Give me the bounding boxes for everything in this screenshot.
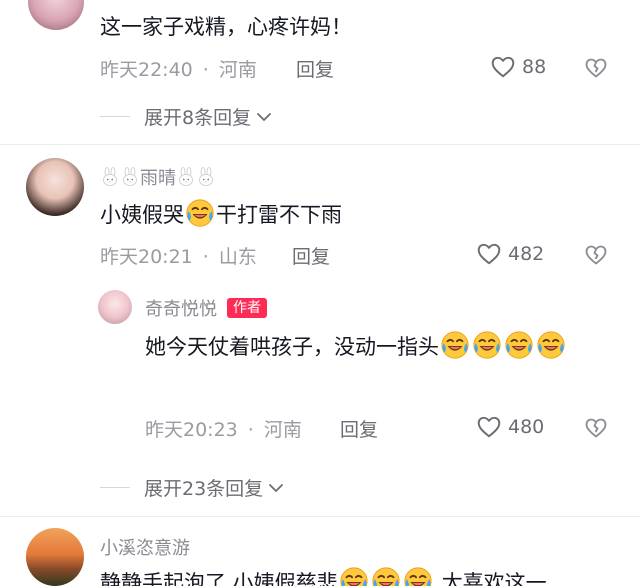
bunny-icon	[176, 167, 196, 187]
comment-meta: 昨天22:40 · 河南	[100, 55, 257, 82]
chevron-down-icon	[269, 483, 284, 492]
bunny-icon	[196, 167, 216, 187]
like-button[interactable]: 480	[476, 414, 544, 440]
reply-button[interactable]: 回复	[296, 55, 334, 82]
heart-outline-icon	[490, 54, 516, 80]
laughing-crying-face-icon	[536, 330, 566, 360]
broken-heart-icon[interactable]	[584, 416, 608, 440]
expand-replies-button[interactable]: 展开23条回复	[100, 474, 285, 501]
like-count: 480	[508, 416, 545, 438]
expand-divider-line	[100, 487, 130, 488]
like-count: 88	[522, 56, 547, 78]
avatar[interactable]	[26, 528, 84, 586]
laughing-crying-face-icon	[371, 566, 401, 586]
heart-outline-icon	[476, 241, 502, 267]
reply-meta: 昨天20:23 · 河南	[145, 415, 302, 442]
expand-replies-button[interactable]: 展开8条回复	[100, 103, 273, 130]
reply-time: 昨天20:23	[145, 419, 238, 441]
chevron-down-icon	[257, 112, 271, 121]
comment-time: 昨天20:21	[100, 246, 193, 268]
expand-replies-label: 展开23条回复	[144, 478, 264, 500]
reply-button[interactable]: 回复	[292, 242, 330, 269]
bunny-icon	[100, 167, 120, 187]
laughing-crying-face-icon	[403, 566, 433, 586]
comment-divider	[0, 516, 640, 517]
comment-text-part: 太喜欢这一	[441, 571, 547, 586]
comment-location: 山东	[218, 246, 257, 268]
like-button[interactable]: 88	[490, 54, 546, 80]
expand-divider-line	[100, 116, 130, 117]
laughing-crying-face-icon	[472, 330, 502, 360]
laughing-crying-face-icon	[504, 330, 534, 360]
avatar[interactable]	[98, 290, 132, 324]
reply-username[interactable]: 奇奇悦悦 作者	[145, 295, 267, 321]
avatar[interactable]	[26, 158, 84, 216]
broken-heart-icon[interactable]	[584, 243, 608, 267]
username-text: 奇奇悦悦	[145, 299, 217, 320]
laughing-crying-face-icon	[339, 566, 369, 586]
laughing-crying-face-icon	[185, 198, 215, 228]
author-badge: 作者	[227, 298, 267, 318]
expand-replies-label: 展开8条回复	[144, 107, 252, 129]
comment-location: 河南	[218, 59, 257, 81]
comment-text-part: 静静手起泡了 小姨假慈悲	[100, 571, 338, 586]
laughing-crying-face-icon	[440, 330, 470, 360]
avatar[interactable]	[28, 0, 84, 30]
comment-username[interactable]: 小溪恣意游	[100, 534, 190, 560]
comment-text: 小姨假哭 干打雷不下雨	[100, 198, 342, 230]
meta-separator: ·	[202, 246, 209, 268]
meta-separator: ·	[202, 59, 209, 81]
heart-outline-icon	[476, 414, 502, 440]
broken-heart-icon[interactable]	[584, 56, 608, 80]
reply-button[interactable]: 回复	[340, 415, 378, 442]
comment-text: 静静手起泡了 小姨假慈悲 太喜欢这一	[100, 566, 547, 586]
comment-time: 昨天22:40	[100, 59, 193, 81]
comment-meta: 昨天20:21 · 山东	[100, 242, 257, 269]
meta-separator: ·	[247, 419, 254, 441]
comment-text-part: 干打雷不下雨	[216, 203, 342, 227]
comment-text-part: 小姨假哭	[100, 203, 184, 227]
like-button[interactable]: 482	[476, 241, 544, 267]
reply-text: 她今天仗着哄孩子，没动一指头	[145, 330, 605, 363]
like-count: 482	[508, 243, 545, 265]
reply-location: 河南	[263, 419, 302, 441]
reply-text-part: 她今天仗着哄孩子，没动一指头	[145, 335, 439, 359]
bunny-icon	[120, 167, 140, 187]
comment-divider	[0, 144, 640, 145]
comment-text: 这一家子戏精，心疼许妈！	[100, 15, 352, 39]
comment-username[interactable]: 雨晴	[100, 164, 216, 190]
username-text: 雨晴	[140, 168, 176, 189]
